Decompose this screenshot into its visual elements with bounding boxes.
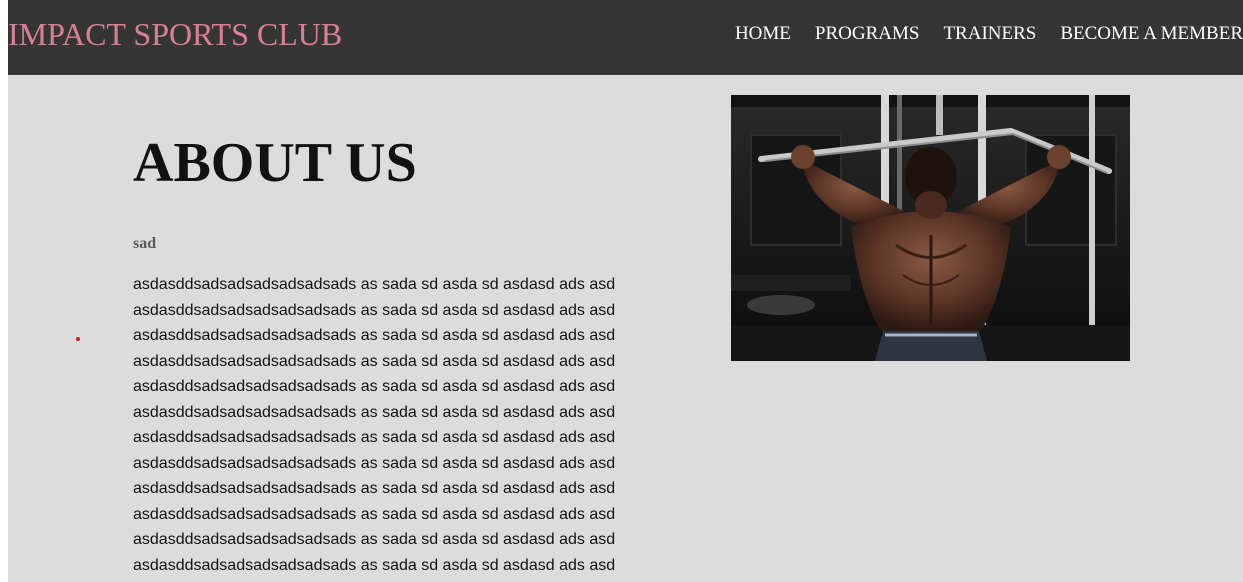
nav-programs-link[interactable]: PROGRAMS (815, 23, 920, 44)
main-nav: HOME PROGRAMS TRAINERS BECOME A MEMBER (735, 22, 1243, 46)
about-subtitle: sad (133, 235, 157, 252)
about-body-line: asdasddsadsadsadsadsadsads as sada sd as… (133, 429, 616, 446)
about-body-line: asdasddsadsadsadsadsadsads as sada sd as… (133, 505, 616, 523)
nav-trainers-link[interactable]: TRAINERS (943, 23, 1036, 44)
brand-logo[interactable]: IMPACT SPORTS CLUB (8, 14, 342, 54)
about-body-line: asdasddsadsadsadsadsadsads as sada sd as… (133, 276, 616, 293)
navbar: IMPACT SPORTS CLUB HOME PROGRAMS TRAINER… (8, 0, 1243, 75)
page: IMPACT SPORTS CLUB HOME PROGRAMS TRAINER… (8, 0, 1243, 582)
about-body-line: asdasddsadsadsadsadsadsads as sada sd as… (133, 327, 616, 344)
about-body-line: asdasddsadsadsadsadsadsads as sada sd as… (133, 480, 616, 497)
about-body-line: asdasddsadsadsadsadsadsads as sada sd as… (133, 378, 616, 395)
red-dot-marker (76, 337, 80, 341)
athlete-pulldown-illustration (731, 95, 1130, 361)
about-body: asdasddsadsadsadsadsadsads as sada sd as… (133, 272, 653, 578)
nav-home-link[interactable]: HOME (735, 23, 791, 44)
about-body-line: asdasddsadsadsadsadsadsads as sada sd as… (133, 352, 616, 370)
gym-lat-pulldown-photo (731, 95, 1130, 361)
about-body-line: asdasddsadsadsadsadsadsads as sada sd as… (133, 301, 616, 319)
nav-become-member-link[interactable]: BECOME A MEMBER (1060, 23, 1243, 44)
about-body-line: asdasddsadsadsadsadsadsads as sada sd as… (133, 403, 616, 421)
about-title: ABOUT US (133, 132, 417, 194)
about-body-line: asdasddsadsadsadsadsadsads as sada sd as… (133, 531, 616, 548)
about-body-line: asdasddsadsadsadsadsadsads as sada sd as… (133, 454, 616, 472)
about-body-line: asdasddsadsadsadsadsadsads as sada sd as… (133, 556, 616, 574)
